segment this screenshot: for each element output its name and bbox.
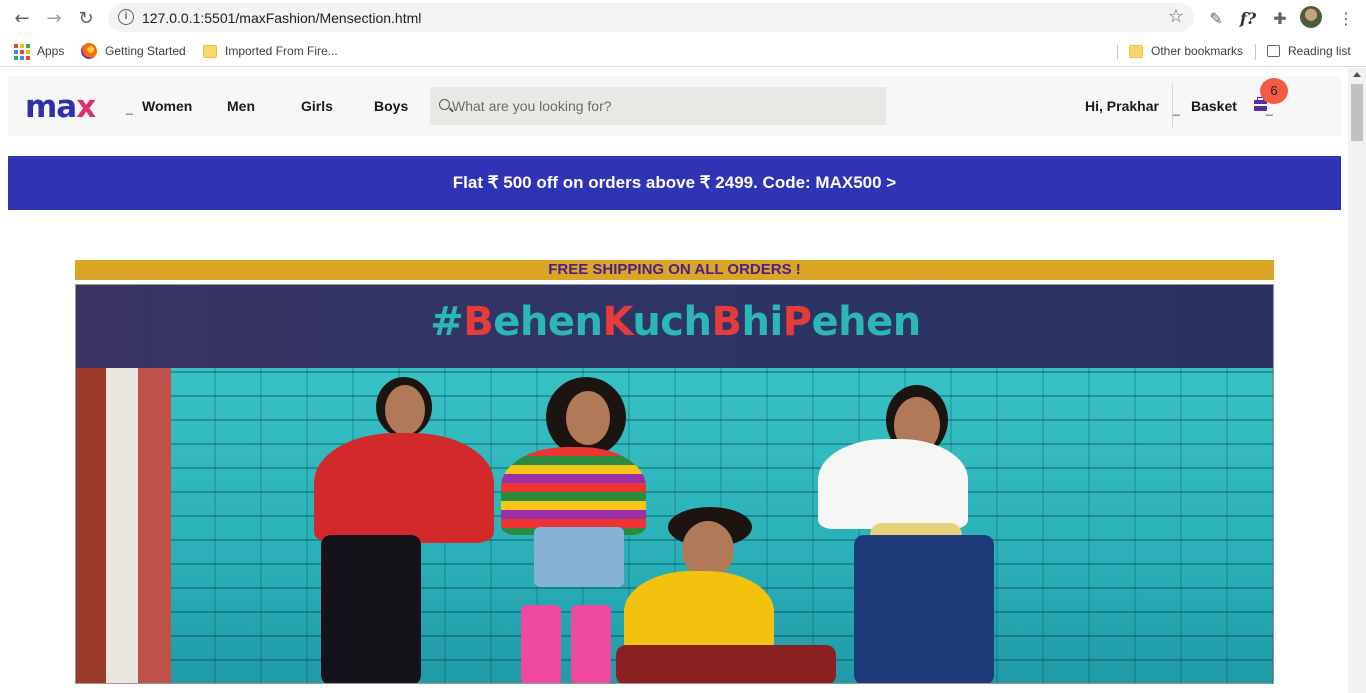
- hashtag-letter: P: [782, 299, 812, 345]
- hero-banner-image[interactable]: #BehenKuchBhiPehen: [75, 284, 1274, 684]
- search-box: [430, 87, 886, 125]
- nav-boys[interactable]: Boys: [374, 98, 408, 114]
- greeting-underscore: _: [1173, 102, 1180, 116]
- extensions-puzzle-icon[interactable]: ✚: [1268, 6, 1292, 30]
- hashtag-word: uch: [632, 299, 712, 345]
- hashtag-word: hi: [741, 299, 783, 345]
- menu-kebab-icon[interactable]: ⋮: [1334, 6, 1358, 30]
- free-shipping-strip: FREE SHIPPING ON ALL ORDERS !: [75, 260, 1274, 280]
- bookmark-getting-started-label: Getting Started: [105, 44, 186, 58]
- scrollbar-thumb[interactable]: [1351, 84, 1363, 141]
- hero-hashtag: #BehenKuchBhiPehen: [76, 299, 1273, 345]
- promo-banner[interactable]: Flat ₹ 500 off on orders above ₹ 2499. C…: [8, 156, 1341, 210]
- logo-underscore: _: [126, 101, 133, 115]
- basket-count-badge: 6: [1260, 78, 1288, 104]
- reading-list-label: Reading list: [1288, 44, 1351, 58]
- bookmarks-divider: [1117, 44, 1118, 60]
- hashtag-symbol: #: [430, 299, 464, 345]
- hashtag-letter: B: [711, 299, 742, 345]
- search-icon: [439, 99, 450, 110]
- bookmark-star-icon[interactable]: ☆: [1168, 6, 1184, 27]
- wall-edge: [76, 368, 171, 683]
- bookmark-imported-label: Imported From Fire...: [225, 44, 338, 58]
- hashtag-word: ehen: [493, 299, 603, 345]
- address-bar[interactable]: i 127.0.0.1:5501/maxFashion/Mensection.h…: [108, 3, 1194, 32]
- reading-list-icon: [1267, 45, 1280, 57]
- bookmarks-divider: [1255, 44, 1256, 60]
- font-extension-icon[interactable]: f?: [1236, 6, 1260, 30]
- page-scrollbar[interactable]: [1348, 68, 1366, 693]
- apps-grid-icon: [13, 43, 30, 60]
- nav-women[interactable]: Women: [142, 98, 192, 114]
- hashtag-letter: K: [602, 299, 633, 345]
- basket-link[interactable]: Basket: [1191, 98, 1237, 114]
- reading-list-button[interactable]: Reading list: [1267, 42, 1351, 60]
- bookmark-getting-started[interactable]: Getting Started: [81, 42, 186, 60]
- nav-men[interactable]: Men: [227, 98, 255, 114]
- search-input[interactable]: [452, 87, 872, 125]
- back-arrow-icon[interactable]: ←: [10, 6, 34, 30]
- bookmark-other-folder[interactable]: Other bookmarks: [1129, 42, 1243, 60]
- browser-toolbar: ← → ↻ i 127.0.0.1:5501/maxFashion/Mensec…: [0, 0, 1366, 35]
- folder-icon: [203, 44, 217, 58]
- promo-text: Flat ₹ 500 off on orders above ₹ 2499. C…: [452, 173, 897, 192]
- profile-avatar[interactable]: [1300, 6, 1322, 28]
- max-logo[interactable]: max: [25, 92, 96, 123]
- firefox-icon: [81, 43, 97, 59]
- scroll-up-arrow-icon[interactable]: [1353, 72, 1361, 77]
- bookmark-apps[interactable]: Apps: [13, 42, 64, 60]
- url-text[interactable]: 127.0.0.1:5501/maxFashion/Mensection.htm…: [142, 10, 421, 26]
- page-viewport: max _ Women Men Girls Boys Hi, Prakhar _…: [0, 68, 1348, 693]
- bookmark-apps-label: Apps: [37, 44, 65, 58]
- hashtag-letter: B: [463, 299, 494, 345]
- eyedropper-extension-icon[interactable]: ✎: [1204, 6, 1228, 30]
- user-greeting[interactable]: Hi, Prakhar: [1085, 98, 1159, 114]
- nav-girls[interactable]: Girls: [301, 98, 333, 114]
- bookmark-other-label: Other bookmarks: [1151, 44, 1244, 58]
- bookmarks-bar: Apps Getting Started Imported From Fire.…: [0, 35, 1366, 67]
- reload-icon[interactable]: ↻: [74, 6, 98, 30]
- bookmark-imported-folder[interactable]: Imported From Fire...: [203, 42, 338, 60]
- hashtag-word: ehen: [811, 299, 922, 345]
- site-info-icon[interactable]: i: [118, 9, 134, 25]
- forward-arrow-icon[interactable]: →: [42, 6, 66, 30]
- basket-underscore: _: [1266, 102, 1273, 116]
- site-header: max _ Women Men Girls Boys Hi, Prakhar _…: [8, 76, 1341, 136]
- folder-icon: [1129, 44, 1143, 58]
